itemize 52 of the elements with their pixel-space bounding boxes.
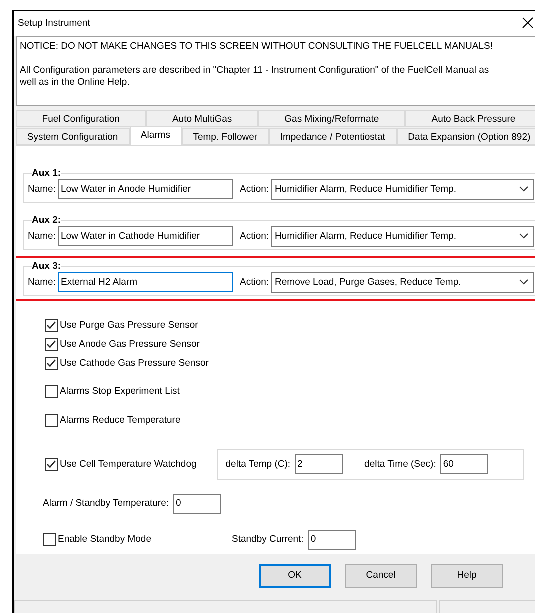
tab[interactable]: Auto Back Pressure (405, 110, 535, 127)
action-dropdown[interactable]: Humidifier Alarm, Reduce Humidifier Temp. (271, 178, 534, 200)
checkbox[interactable]: Alarms Reduce Temperature (45, 414, 181, 427)
checkmark-icon (46, 458, 57, 470)
field-label: delta Temp (C): (226, 458, 291, 470)
chevron-down-icon (519, 186, 529, 192)
field-label: delta Time (Sec): (364, 458, 436, 470)
delta-temp-field[interactable]: 2 (294, 454, 343, 474)
tab[interactable]: Auto MultiGas (146, 110, 258, 127)
tab[interactable]: Alarms (130, 126, 182, 145)
chevron-down-icon (519, 279, 529, 286)
standby-current-field[interactable]: 0 (308, 530, 356, 550)
field-label: Name: (28, 184, 56, 195)
window-title: Setup Instrument (18, 18, 90, 29)
chevron-down-icon (519, 233, 529, 240)
name-field[interactable]: External H2 Alarm (58, 272, 233, 292)
field-label: Name: (28, 230, 56, 242)
delta-time-field[interactable]: 60 (440, 454, 488, 474)
field-label: Standby Current: (232, 534, 304, 546)
checkbox[interactable]: Enable Standby Mode (43, 533, 228, 546)
field-label: Alarm / Standby Temperature: (43, 498, 170, 510)
tab[interactable]: Temp. Follower (182, 128, 269, 145)
dialog-button[interactable]: Cancel (345, 564, 417, 588)
group-label: Aux 1: (32, 168, 62, 179)
tab[interactable]: Fuel Configuration (16, 110, 146, 127)
group-label: Aux 3: (32, 260, 62, 272)
checkbox[interactable]: Use Anode Gas Pressure Sensor (45, 338, 200, 351)
checkbox[interactable]: Use Cell Temperature Watchdog (45, 458, 197, 471)
name-field[interactable]: Low Water in Anode Humidifier (58, 179, 233, 200)
field-label: Name: (28, 276, 56, 288)
notice-warning: NOTICE: DO NOT MAKE CHANGES TO THIS SCREEN WITHOUT CONSULTING THE FUELCELL MANUALS! (20, 40, 494, 53)
checkmark-icon (46, 338, 57, 350)
standby-temperature-field[interactable]: 0 (173, 494, 222, 514)
tab[interactable]: Data Expansion (Option 892) (396, 128, 535, 145)
checkmark-icon (46, 320, 57, 331)
dialog-button[interactable]: Help (431, 564, 503, 588)
checkbox[interactable]: Use Purge Gas Pressure Sensor (45, 318, 198, 332)
action-dropdown[interactable]: Humidifier Alarm, Reduce Humidifier Temp. (271, 226, 534, 247)
checkbox[interactable]: Use Cathode Gas Pressure Sensor (45, 356, 209, 370)
name-field[interactable]: Low Water in Cathode Humidifier (58, 226, 233, 246)
notice-info: All Configuration parameters are described in "Chapter 11 - Instrument Configuration" of the FuelCell Manual as well as in the Online Help. (20, 64, 490, 89)
group-label: Aux 2: (32, 214, 62, 226)
checkbox[interactable]: Alarms Stop Experiment List (45, 384, 180, 398)
dialog-button[interactable]: OK (259, 564, 331, 588)
checkmark-icon (46, 358, 57, 369)
field-label: Action: (240, 184, 270, 195)
tab[interactable]: System Configuration (16, 128, 130, 145)
field-label: Action: (240, 230, 270, 242)
tab[interactable]: Gas Mixing/Reformate (258, 110, 406, 127)
action-dropdown[interactable]: Remove Load, Purge Gases, Reduce Temp. (271, 272, 534, 293)
tab[interactable]: Impedance / Potentiostat (268, 128, 397, 145)
field-label: Action: (240, 276, 270, 288)
